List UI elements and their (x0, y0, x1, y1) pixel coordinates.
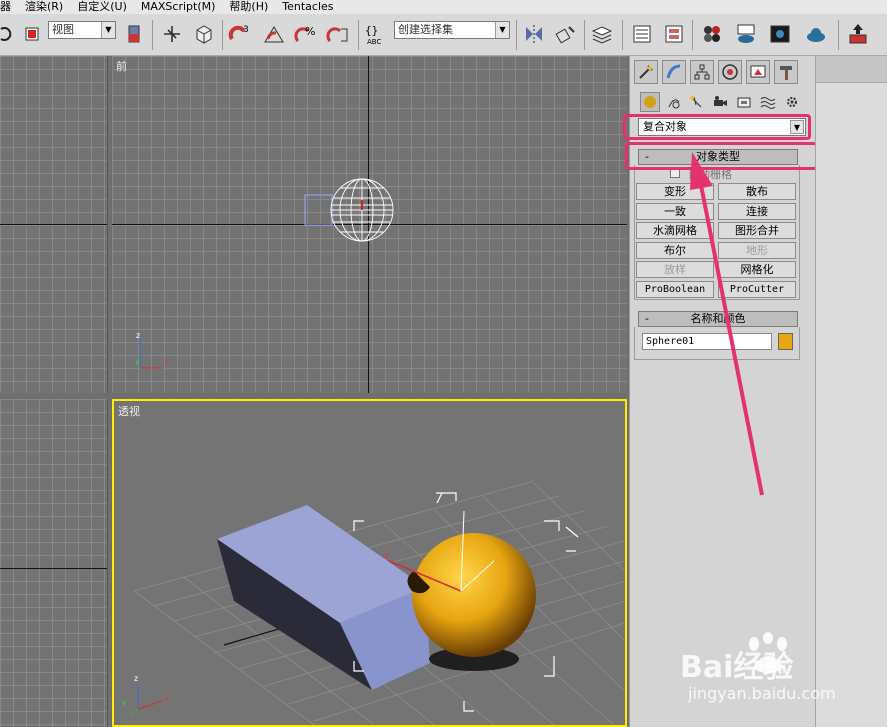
shapes-icon[interactable] (664, 92, 684, 112)
display-icon (750, 65, 766, 78)
tab-hierarchy[interactable] (690, 60, 714, 84)
right-panel-strip (815, 56, 887, 727)
lights-icon[interactable] (686, 92, 706, 112)
tab-modify[interactable] (662, 60, 686, 84)
hammer-icon (780, 66, 792, 80)
tab-create[interactable] (634, 60, 658, 84)
perspective-viewport[interactable]: 透视 x z x y (112, 399, 627, 727)
mirror-icon[interactable] (522, 22, 546, 46)
tab-motion[interactable] (718, 60, 742, 84)
angle-snap-icon[interactable] (262, 22, 286, 46)
baidu-watermark: Bai经验 jingyan.baidu.com (680, 632, 880, 712)
quick-render-icon[interactable] (804, 22, 828, 46)
watermark-brand: Bai经验 (680, 650, 794, 685)
render-setup-icon[interactable] (734, 22, 758, 46)
toolbar-separator (622, 20, 623, 50)
menu-bar: 器 渲染(R) 自定义(U) MAXScript(M) 帮助(H) Tentac… (0, 0, 887, 14)
gizmo-label-x: x (384, 551, 390, 561)
edit-named-selection-icon[interactable]: {} ABC (364, 22, 388, 46)
viewport-label-front[interactable]: 前 (116, 58, 127, 74)
spinner-snap-icon[interactable] (326, 22, 350, 46)
main-toolbar: 视图 ▼ 3 % {} ABC 创建选择集 ▼ (0, 14, 887, 56)
select-object-icon[interactable] (20, 22, 44, 46)
geometry-icon[interactable] (640, 92, 660, 112)
collapse-icon[interactable]: - (645, 312, 649, 326)
world-axis-x (0, 568, 107, 569)
layer-manager-icon[interactable] (590, 22, 614, 46)
curve-editor-icon[interactable] (630, 22, 654, 46)
top-left-viewport[interactable] (0, 56, 108, 393)
tab-utilities[interactable] (774, 60, 798, 84)
hierarchy-icon (694, 64, 710, 80)
toolbar-separator (516, 20, 517, 50)
panel-scroll-area[interactable] (816, 82, 887, 727)
axis-label-y: y (122, 698, 127, 707)
chevron-down-icon[interactable]: ▼ (101, 22, 115, 38)
toolbar-separator (152, 20, 153, 50)
axis-label-x: x (164, 694, 169, 703)
axis-tripod: z x y (135, 331, 169, 369)
tab-display[interactable] (746, 60, 770, 84)
svg-text:{}: {} (365, 24, 378, 37)
cameras-icon[interactable] (710, 92, 730, 112)
space-warps-icon[interactable] (758, 92, 778, 112)
pivot-icon[interactable] (122, 22, 146, 46)
menu-item-maxscript[interactable]: MAXScript(M) (135, 0, 224, 14)
dropdown-highlight-box (623, 114, 811, 140)
create-icon (639, 65, 653, 79)
menu-item-rendering[interactable]: 渲染(R) (19, 0, 71, 14)
schematic-view-icon[interactable] (662, 22, 686, 46)
object-color-swatch[interactable] (778, 333, 793, 350)
sphere-wireframe[interactable] (300, 178, 480, 242)
perspective-scene: x (133, 480, 625, 725)
move-snap-icon[interactable] (160, 22, 184, 46)
toolbar-separator (838, 20, 839, 50)
svg-text:%: % (305, 25, 315, 38)
axis-label-y: y (135, 357, 140, 366)
menu-item-customize[interactable]: 自定义(U) (71, 0, 135, 14)
svg-text:ABC: ABC (367, 38, 381, 46)
redo-icon[interactable] (0, 22, 18, 46)
bottom-left-viewport[interactable] (0, 399, 108, 727)
box-object[interactable] (217, 505, 430, 690)
world-axis-x (0, 224, 107, 225)
toolbar-separator (358, 20, 359, 50)
placement-icon[interactable] (192, 22, 216, 46)
snap-3d-icon[interactable]: 3 (228, 22, 252, 46)
menu-item-graph-editors[interactable]: 器 (0, 0, 19, 14)
chevron-down-icon[interactable]: ▼ (495, 22, 509, 38)
selection-set-combo[interactable]: 创建选择集 ▼ (394, 21, 510, 39)
toolbar-separator (584, 20, 585, 50)
extras-toolbar-icon[interactable] (846, 22, 870, 46)
axis-label-z: z (134, 674, 138, 683)
menu-item-help[interactable]: 帮助(H) (223, 0, 276, 14)
material-editor-icon[interactable] (700, 22, 724, 46)
percent-snap-icon[interactable]: % (294, 22, 318, 46)
axis-tripod-perspective: z x y (122, 674, 169, 716)
menu-item-tentacles[interactable]: Tentacles (276, 0, 341, 14)
rendered-frame-window-icon[interactable] (768, 22, 792, 46)
watermark-url: jingyan.baidu.com (688, 684, 836, 703)
front-viewport[interactable]: 前 z x y (112, 56, 627, 393)
motion-icon (722, 64, 738, 80)
axis-label-z: z (136, 331, 140, 340)
annotation-arrow (690, 152, 764, 496)
systems-icon[interactable] (782, 92, 802, 112)
modify-icon (666, 64, 681, 79)
axis-label-x: x (164, 357, 169, 366)
align-icon[interactable] (554, 22, 578, 46)
view-combo[interactable]: 视图 ▼ (48, 21, 116, 39)
svg-text:3: 3 (243, 25, 249, 35)
toolbar-separator (692, 20, 693, 50)
toolbar-separator (222, 20, 223, 50)
helpers-icon[interactable] (734, 92, 754, 112)
